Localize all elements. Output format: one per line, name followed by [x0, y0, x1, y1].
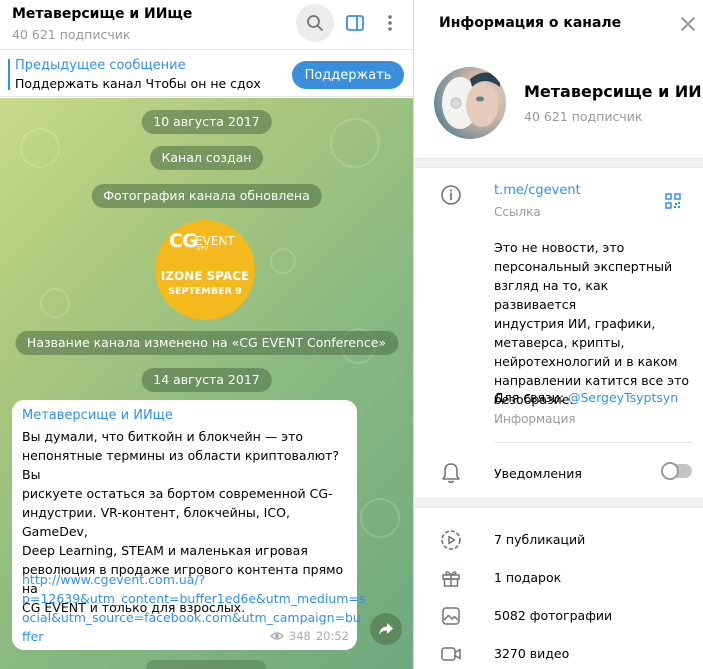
- info-panel-title: Информация о канале: [439, 15, 622, 31]
- media-videos[interactable]: 3270 видео: [494, 646, 569, 661]
- divider: [494, 442, 692, 443]
- photo-icon: [440, 605, 462, 627]
- notifications-label: Уведомления: [494, 466, 582, 481]
- chat-pane: Метаверсище и ИИще 40 621 подписчик Пред…: [0, 0, 413, 669]
- cg-logo-city: KYIV: [197, 246, 209, 252]
- avatar-face-image: [442, 72, 500, 129]
- qr-code-icon[interactable]: [665, 193, 681, 209]
- media-publications[interactable]: 7 публикаций: [494, 532, 585, 547]
- wallpaper-doodle: [330, 118, 380, 168]
- info-icon: [440, 184, 462, 206]
- channel-name: Метаверсище и ИИще: [524, 82, 702, 101]
- photo-caption-line2: SEPTEMBER 9: [168, 286, 242, 297]
- share-button[interactable]: [370, 613, 402, 645]
- wallpaper-doodle: [270, 248, 296, 274]
- channel-subscriber-count: 40 621 подписчик: [524, 109, 643, 124]
- date-separator[interactable]: 14 августа 2017: [141, 368, 272, 392]
- video-icon: [440, 643, 462, 665]
- wallpaper-doodle: [360, 498, 400, 538]
- channel-post[interactable]: Метаверсище и ИИще Вы думали, что биткой…: [12, 400, 365, 650]
- pinned-message-bar[interactable]: Предыдущее сообщение Поддержать канал Чт…: [0, 51, 413, 97]
- share-arrow-icon: [379, 623, 393, 635]
- more-vertical-icon: [388, 15, 392, 31]
- channel-link-caption: Ссылка: [494, 205, 541, 219]
- chat-title[interactable]: Метаверсище и ИИще: [12, 6, 192, 22]
- channel-avatar[interactable]: [434, 67, 506, 139]
- channel-contact: Для связи: @SergeyTsyptsyn: [494, 390, 678, 405]
- eye-icon: [269, 632, 284, 640]
- chat-subscriber-count: 40 621 подписчик: [12, 27, 131, 42]
- gift-icon: [440, 567, 462, 589]
- toggle-sidebar-button[interactable]: [336, 4, 374, 42]
- wallpaper-doodle: [20, 128, 60, 168]
- pinned-title: Предыдущее сообщение: [15, 58, 186, 73]
- search-icon: [307, 15, 323, 31]
- pinned-indicator: [8, 59, 10, 90]
- service-message-renamed: Название канала изменено на «CG EVENT Co…: [14, 331, 399, 355]
- media-gifts[interactable]: 1 подарок: [494, 570, 561, 585]
- publications-icon: [440, 529, 462, 551]
- contact-prefix: Для связи:: [494, 390, 568, 405]
- photo-caption-line1: IZONE SPACE: [160, 269, 250, 283]
- search-button[interactable]: [296, 4, 334, 42]
- toggle-knob: [661, 462, 679, 480]
- bell-icon: [440, 462, 462, 484]
- close-info-button[interactable]: [677, 13, 699, 35]
- channel-description: Это не новости, это персональный эксперт…: [494, 240, 689, 407]
- support-button[interactable]: Поддержать: [292, 61, 404, 89]
- channel-photo-thumbnail[interactable]: CG EVENT KYIV IZONE SPACE SEPTEMBER 9: [155, 220, 255, 320]
- service-message-created: Канал создан: [149, 146, 264, 170]
- next-service-message: [146, 660, 266, 669]
- post-time: 20:52: [315, 629, 349, 643]
- section-separator: [414, 158, 703, 168]
- post-author[interactable]: Метаверсище и ИИще: [22, 408, 173, 423]
- pinned-text: Поддержать канал Чтобы он не сдох: [15, 76, 261, 91]
- more-menu-button[interactable]: [371, 4, 409, 42]
- description-caption: Информация: [494, 412, 576, 426]
- section-separator: [414, 498, 703, 508]
- contact-username-link[interactable]: @SergeyTsyptsyn: [568, 390, 678, 405]
- cg-logo-mark: CG: [169, 230, 198, 252]
- channel-link[interactable]: t.me/cgevent: [494, 183, 581, 198]
- sidebar-icon: [346, 15, 364, 31]
- chat-wallpaper: 10 августа 2017 Канал создан Фотография …: [0, 98, 413, 669]
- post-meta: 348 20:52: [269, 629, 349, 643]
- media-photos[interactable]: 5082 фотографии: [494, 608, 612, 623]
- chat-header[interactable]: Метаверсище и ИИще 40 621 подписчик: [0, 0, 413, 50]
- post-views: 348: [288, 629, 311, 643]
- wallpaper-doodle: [40, 288, 70, 318]
- close-icon: [681, 17, 695, 31]
- channel-info-panel: Информация о канале Метаверсище и ИИще 4…: [413, 0, 703, 669]
- notifications-toggle[interactable]: [661, 462, 692, 480]
- date-separator[interactable]: 10 августа 2017: [141, 110, 272, 134]
- service-message-photo-updated: Фотография канала обновлена: [91, 184, 322, 208]
